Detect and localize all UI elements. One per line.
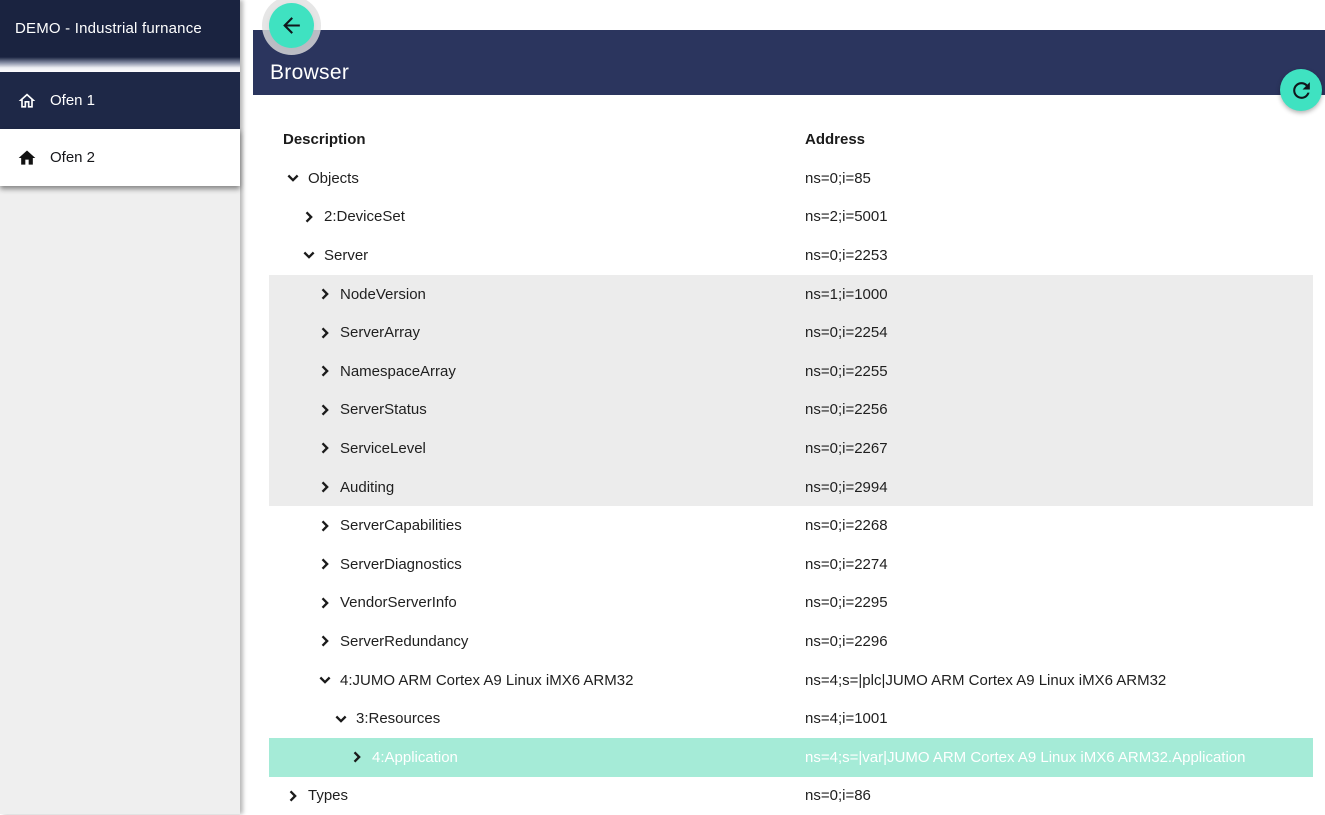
node-label: VendorServerInfo — [340, 594, 457, 611]
chevron-right-icon[interactable] — [315, 516, 335, 536]
tree-row[interactable]: Objects ns=0;i=85 — [269, 159, 1313, 198]
tree-row[interactable]: ServiceLevel ns=0;i=2267 — [269, 429, 1313, 468]
node-label: ServerStatus — [340, 401, 427, 418]
tree-row[interactable]: NodeVersion ns=1;i=1000 — [269, 275, 1313, 314]
app-title: DEMO - Industrial furnance — [15, 20, 202, 37]
node-label: Types — [308, 787, 348, 804]
node-address: ns=1;i=1000 — [805, 286, 888, 303]
chevron-right-icon[interactable] — [315, 593, 335, 613]
browse-table: Description Address Objects ns=0;i=85 2:De… — [269, 120, 1313, 815]
refresh-icon — [1289, 78, 1314, 103]
node-address: ns=4;s=|var|JUMO ARM Cortex A9 Linux iMX… — [805, 749, 1245, 766]
sidebar-header: DEMO - Industrial furnance — [0, 0, 240, 57]
refresh-button[interactable] — [1280, 69, 1322, 111]
node-address: ns=0;i=2255 — [805, 363, 888, 380]
chevron-right-icon[interactable] — [315, 554, 335, 574]
tree-row[interactable]: ServerCapabilities ns=0;i=2268 — [269, 506, 1313, 545]
node-address: ns=0;i=2268 — [805, 517, 888, 534]
tree-row[interactable]: NamespaceArray ns=0;i=2255 — [269, 352, 1313, 391]
tree-row[interactable]: 4:JUMO ARM Cortex A9 Linux iMX6 ARM32 ns=… — [269, 661, 1313, 700]
main-panel: Browser Description Address Objects ns=0;… — [240, 0, 1325, 814]
sidebar-item-label: Ofen 2 — [50, 149, 95, 166]
node-label: 4:Application — [372, 749, 458, 766]
tree-row[interactable]: ServerStatus ns=0;i=2256 — [269, 391, 1313, 430]
tree-row[interactable]: ServerArray ns=0;i=2254 — [269, 313, 1313, 352]
chevron-right-icon[interactable] — [315, 477, 335, 497]
node-address: ns=0;i=2254 — [805, 324, 888, 341]
chevron-right-icon[interactable] — [315, 400, 335, 420]
tree-rows: Objects ns=0;i=85 2:DeviceSet ns=2;i=5001 Se… — [269, 159, 1313, 815]
tree-row[interactable]: 4:Application ns=4;s=|var|JUMO ARM Cortex… — [269, 738, 1313, 777]
node-label: ServiceLevel — [340, 440, 426, 457]
chevron-right-icon[interactable] — [315, 284, 335, 304]
home-icon — [17, 91, 37, 111]
chevron-right-icon[interactable] — [315, 323, 335, 343]
tree-row[interactable]: VendorServerInfo ns=0;i=2295 — [269, 584, 1313, 623]
browser-header: Browser — [253, 30, 1325, 95]
tree-row[interactable]: Server ns=0;i=2253 — [269, 236, 1313, 275]
chevron-right-icon[interactable] — [347, 747, 367, 767]
sidebar-item-ofen-2[interactable]: Ofen 2 — [0, 129, 240, 186]
node-label: Auditing — [340, 479, 394, 496]
tree-row[interactable]: 3:Resources ns=4;i=1001 — [269, 699, 1313, 738]
chevron-down-icon[interactable] — [331, 709, 351, 729]
back-button[interactable] — [269, 3, 314, 48]
chevron-right-icon[interactable] — [299, 207, 319, 227]
node-label: Server — [324, 247, 368, 264]
tree-row[interactable]: ServerDiagnostics ns=0;i=2274 — [269, 545, 1313, 584]
column-header-description: Description — [269, 131, 366, 148]
node-address: ns=4;s=|plc|JUMO ARM Cortex A9 Linux iMX… — [805, 672, 1166, 689]
tree-row[interactable]: Types ns=0;i=86 — [269, 777, 1313, 815]
node-label: ServerArray — [340, 324, 420, 341]
node-address: ns=0;i=2274 — [805, 556, 888, 573]
node-address: ns=0;i=2253 — [805, 247, 888, 264]
chevron-down-icon[interactable] — [283, 168, 303, 188]
node-address: ns=0;i=2267 — [805, 440, 888, 457]
chevron-down-icon[interactable] — [315, 670, 335, 690]
home-icon — [17, 148, 37, 168]
node-label: Objects — [308, 170, 359, 187]
sidebar: DEMO - Industrial furnance Ofen 1 Ofen 2 — [0, 0, 240, 814]
node-label: 4:JUMO ARM Cortex A9 Linux iMX6 ARM32 — [340, 672, 633, 689]
node-label: 3:Resources — [356, 710, 440, 727]
node-address: ns=0;i=2296 — [805, 633, 888, 650]
node-address: ns=2;i=5001 — [805, 208, 888, 225]
node-address: ns=0;i=2256 — [805, 401, 888, 418]
node-address: ns=0;i=85 — [805, 170, 871, 187]
chevron-down-icon[interactable] — [299, 245, 319, 265]
node-label: ServerCapabilities — [340, 517, 462, 534]
node-label: NodeVersion — [340, 286, 426, 303]
node-label: ServerRedundancy — [340, 633, 468, 650]
tree-row[interactable]: Auditing ns=0;i=2994 — [269, 468, 1313, 507]
node-address: ns=4;i=1001 — [805, 710, 888, 727]
sidebar-item-ofen-1[interactable]: Ofen 1 — [0, 72, 240, 129]
node-address: ns=0;i=2295 — [805, 594, 888, 611]
node-label: 2:DeviceSet — [324, 208, 405, 225]
sidebar-divider — [0, 57, 240, 72]
chevron-right-icon[interactable] — [315, 631, 335, 651]
sidebar-item-label: Ofen 1 — [50, 92, 95, 109]
arrow-left-icon — [279, 13, 304, 38]
chevron-right-icon[interactable] — [315, 438, 335, 458]
chevron-right-icon[interactable] — [283, 786, 303, 806]
app-root: DEMO - Industrial furnance Ofen 1 Ofen 2… — [0, 0, 1325, 814]
column-header-address: Address — [805, 131, 865, 148]
node-label: NamespaceArray — [340, 363, 456, 380]
tree-row[interactable]: ServerRedundancy ns=0;i=2296 — [269, 622, 1313, 661]
tree-row[interactable]: 2:DeviceSet ns=2;i=5001 — [269, 198, 1313, 237]
chevron-right-icon[interactable] — [315, 361, 335, 381]
table-header-row: Description Address — [269, 120, 1313, 159]
sidebar-nav: Ofen 1 Ofen 2 — [0, 72, 240, 186]
node-label: ServerDiagnostics — [340, 556, 462, 573]
node-address: ns=0;i=86 — [805, 787, 871, 804]
page-title: Browser — [270, 61, 349, 85]
node-address: ns=0;i=2994 — [805, 479, 888, 496]
